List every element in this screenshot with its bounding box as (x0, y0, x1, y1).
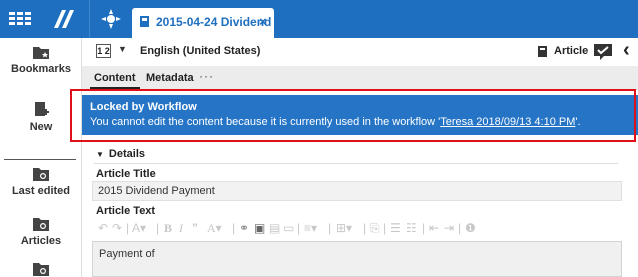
article-doc-icon (538, 46, 547, 57)
divider (94, 163, 618, 164)
italic-icon[interactable]: I (179, 221, 183, 236)
tab-title: 2015-04-24 Dividend Pa... (156, 15, 300, 29)
search-folder-icon (32, 216, 50, 232)
bookmark-folder-icon (32, 44, 50, 60)
indent-icon[interactable]: ⇥ (444, 221, 454, 235)
article-doc-icon (140, 16, 149, 27)
sidebar-separator (4, 159, 76, 160)
details-section-toggle[interactable]: ▼ Details (96, 148, 145, 160)
sidebar-item-label: Articles (20, 235, 62, 247)
separator: | (126, 221, 130, 235)
quote-icon[interactable]: ” (192, 221, 198, 235)
media-icon[interactable]: ▤ (269, 221, 280, 235)
chevron-down-icon: ▼ (96, 150, 104, 159)
new-document-icon (32, 102, 50, 118)
rich-text-toolbar: ↶ ↷ | A▾ | B I ” A▾ | ⚭ ▣ ▤ ▭ | ≡▾ | ⊞▾ … (92, 217, 622, 241)
separator: | (328, 221, 332, 235)
sidebar-item-label: Bookmarks (11, 63, 71, 75)
article-title-label: Article Title (96, 168, 156, 180)
doc-type-label: Article (554, 45, 589, 57)
sidebar-item-label: Last edited (11, 185, 71, 197)
block-icon[interactable]: ▭ (283, 221, 294, 235)
chevron-down-icon[interactable]: ▼ (118, 44, 127, 54)
separator: | (156, 221, 160, 235)
sidebar-item-bookmarks[interactable]: Bookmarks (0, 44, 82, 75)
more-tabs-icon[interactable]: ··· (199, 69, 214, 83)
separator: | (383, 221, 387, 235)
info-icon[interactable]: ❶ (465, 221, 476, 235)
variant-badge[interactable]: 1 2 (96, 44, 111, 58)
collapse-panel-icon[interactable]: ‹ (623, 40, 630, 60)
language-label[interactable]: English (United States) (140, 45, 260, 57)
article-text-editor[interactable]: Payment of (92, 241, 622, 277)
separator: | (422, 221, 426, 235)
article-title-field[interactable]: 2015 Dividend Payment (92, 181, 622, 201)
tab-content[interactable]: Content (94, 72, 136, 84)
font-size-icon[interactable]: A▾ (207, 221, 222, 236)
topbar-divider (89, 0, 90, 38)
document-tab[interactable]: 2015-04-24 Dividend Pa... × (132, 8, 299, 38)
top-bar: 2015-04-24 Dividend Pa... × (0, 0, 638, 38)
sidebar-item-last-edited[interactable]: Last edited (0, 166, 82, 197)
ordered-list-icon[interactable]: ☰ (390, 221, 401, 235)
article-text-value: Payment of (99, 248, 155, 260)
content-tabs: Content Metadata ··· (82, 66, 638, 90)
search-folder-icon (32, 261, 50, 277)
close-icon[interactable]: × (259, 14, 267, 29)
sidebar-item-articles[interactable]: Articles (0, 216, 82, 247)
bold-icon[interactable]: B (164, 221, 172, 236)
separator: | (297, 221, 301, 235)
text-style-icon[interactable]: A▾ (132, 221, 146, 235)
unordered-list-icon[interactable]: ☷ (406, 221, 417, 235)
separator: | (232, 221, 236, 235)
document-toolbar: 1 2 ▼ English (United States) Article ‹ (82, 38, 638, 66)
article-text-label: Article Text (96, 205, 156, 217)
details-title: Details (108, 148, 145, 160)
article-title-value: 2015 Dividend Payment (98, 185, 215, 197)
redo-icon[interactable]: ↷ (112, 221, 122, 235)
separator: | (363, 221, 367, 235)
sidebar: Bookmarks New Last edited Articles (0, 38, 82, 277)
studio-logo-icon[interactable] (52, 9, 76, 29)
paragraph-icon[interactable]: ≡▾ (304, 221, 317, 235)
search-folder-icon (32, 166, 50, 182)
approve-check-icon[interactable] (593, 43, 613, 60)
undo-icon[interactable]: ↶ (98, 221, 108, 235)
tab-metadata[interactable]: Metadata (146, 72, 194, 84)
compass-icon[interactable] (100, 9, 122, 29)
table-icon[interactable]: ⊞▾ (336, 221, 352, 235)
clipboard-icon[interactable]: ⎘ (370, 221, 380, 236)
sidebar-item-more[interactable] (0, 261, 82, 277)
outdent-icon[interactable]: ⇤ (429, 221, 439, 235)
grid-menu-icon[interactable] (9, 12, 31, 26)
separator: | (458, 221, 462, 235)
link-icon[interactable]: ⚭ (239, 221, 249, 235)
image-icon[interactable]: ▣ (254, 221, 265, 235)
highlight-box (70, 89, 636, 142)
